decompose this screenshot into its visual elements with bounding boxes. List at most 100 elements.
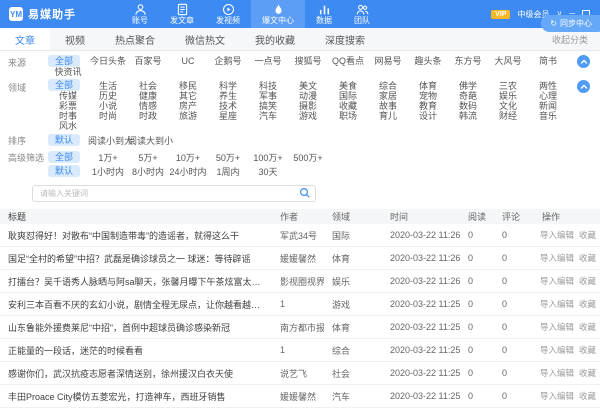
import-edit-link[interactable]: 导入编辑	[540, 275, 574, 287]
import-edit-link[interactable]: 导入编辑	[540, 321, 574, 333]
row-time: 2020-03-22 11:26:05	[382, 253, 460, 263]
filter-chip-active[interactable]: 全部	[48, 151, 80, 163]
row-time: 2020-03-22 11:25:57	[382, 299, 460, 309]
filter-option[interactable]: 24小时内	[168, 165, 208, 178]
favorite-link[interactable]: 收藏	[579, 344, 596, 356]
favorite-link[interactable]: 收藏	[579, 229, 596, 241]
tab-deep-search[interactable]: 深度搜索	[310, 28, 380, 50]
table-row[interactable]: 打擂台？吴千语秀人脉晒与阿sa聊天，张馨月曝下午茶炫富太生活影视圈视界娱乐202…	[0, 270, 600, 293]
nav-item-video[interactable]: 发视频	[205, 0, 251, 28]
collapse-arrow-icon[interactable]	[577, 55, 590, 68]
table-header: 标题作者领域时间阅读评论操作	[0, 209, 600, 224]
filter-option[interactable]: 时政	[128, 109, 168, 122]
filter-option[interactable]: 音乐	[528, 109, 568, 122]
filter-row-source: 来源全部今日头条百家号UC企鹅号一点号搜狐号QQ看点网易号趣头条东方号大风号简书…	[8, 55, 592, 77]
import-edit-link[interactable]: 导入编辑	[540, 344, 574, 356]
tab-favorites[interactable]: 我的收藏	[240, 28, 310, 50]
favorite-link[interactable]: 收藏	[579, 298, 596, 310]
filter-option[interactable]: 今日头条	[88, 54, 128, 67]
row-comments: 0	[494, 322, 534, 332]
filter-chip-active[interactable]: 默认	[48, 134, 80, 146]
filter-option[interactable]: 网易号	[368, 54, 408, 67]
filter-option[interactable]: 简书	[528, 54, 568, 67]
import-edit-link[interactable]: 导入编辑	[540, 252, 574, 264]
nav-item-user[interactable]: 账号	[121, 0, 159, 28]
tab-list: 文章视频热点聚合微信热文我的收藏深度搜索	[0, 28, 380, 50]
table-row[interactable]: 正能量的一段话，迷茫的时候看看1综合2020-03-22 11:25:1900导…	[0, 339, 600, 362]
user-icon	[134, 3, 147, 16]
import-edit-link[interactable]: 导入编辑	[540, 229, 574, 241]
filter-panel: 来源全部今日头条百家号UC企鹅号一点号搜狐号QQ看点网易号趣头条东方号大风号简书…	[0, 51, 600, 178]
import-edit-link[interactable]: 导入编辑	[540, 390, 574, 402]
favorite-link[interactable]: 收藏	[579, 390, 596, 402]
filter-chip-active[interactable]: 默认	[48, 165, 80, 177]
table-row[interactable]: 丰田Proace City模仿五菱宏光，打造神车，西班牙销售媛媛馨然汽车2020…	[0, 385, 600, 408]
app-window: YM 易媒助手 账号发文章发视频爆文中心数据团队 VIP 中级会员 ∨ ─ ↻ …	[0, 0, 600, 400]
nav-item-article[interactable]: 发文章	[159, 0, 205, 28]
table-row[interactable]: 耿爽怼得好！对散布“中国制造带毒”的造谣者，就得这么干军武34号国际2020-0…	[0, 224, 600, 247]
table-row[interactable]: 安利三本百看不厌的玄幻小说，剧情全程无尿点，让你越看越上瘾1游戏2020-03-…	[0, 293, 600, 316]
filter-option[interactable]: 500万+	[288, 151, 328, 164]
tab-videos[interactable]: 视频	[50, 28, 100, 50]
main-nav: 账号发文章发视频爆文中心数据团队	[121, 0, 381, 28]
filter-option[interactable]: 汽车	[248, 109, 288, 122]
filter-option[interactable]: 100万+	[248, 151, 288, 164]
filter-option[interactable]: 阅读小到大	[88, 134, 128, 147]
filter-option[interactable]: 职场	[328, 109, 368, 122]
nav-item-chart[interactable]: 数据	[305, 0, 343, 28]
tab-hot-aggregate[interactable]: 热点聚合	[100, 28, 170, 50]
filter-option[interactable]: 财经	[488, 109, 528, 122]
filter-option[interactable]: 大风号	[488, 54, 528, 67]
favorite-link[interactable]: 收藏	[579, 321, 596, 333]
filter-option[interactable]: UC	[168, 56, 208, 66]
favorite-link[interactable]: 收藏	[579, 367, 596, 379]
filter-option[interactable]: 50万+	[208, 151, 248, 164]
filter-option[interactable]: 百家号	[128, 54, 168, 67]
search-input[interactable]	[32, 185, 316, 202]
filter-option[interactable]: 星座	[208, 109, 248, 122]
filter-option[interactable]: 5万+	[128, 151, 168, 164]
tab-wechat-hot[interactable]: 微信热文	[170, 28, 240, 50]
nav-item-team[interactable]: 团队	[343, 0, 381, 28]
sync-center-button[interactable]: ↻ 同步中心	[541, 15, 600, 32]
col-header-domain: 领域	[324, 210, 382, 223]
filter-option[interactable]: 东方号	[448, 54, 488, 67]
collapse-arrow-icon[interactable]	[577, 80, 590, 93]
filter-option[interactable]: 游戏	[288, 109, 328, 122]
filter-option[interactable]: 快资讯	[48, 65, 88, 78]
filter-option[interactable]: 风水	[48, 119, 88, 132]
filter-option[interactable]: 趣头条	[408, 54, 448, 67]
import-edit-link[interactable]: 导入编辑	[540, 298, 574, 310]
filter-option[interactable]: QQ看点	[328, 54, 368, 67]
tab-articles[interactable]: 文章	[0, 28, 50, 50]
filter-option[interactable]: 30天	[248, 165, 288, 178]
filter-option[interactable]: 旅游	[168, 109, 208, 122]
nav-item-flame[interactable]: 爆文中心	[251, 0, 305, 28]
filter-option[interactable]: 8小时内	[128, 165, 168, 178]
favorite-link[interactable]: 收藏	[579, 275, 596, 287]
favorite-link[interactable]: 收藏	[579, 252, 596, 264]
filter-option[interactable]: 10万+	[168, 151, 208, 164]
filter-option[interactable]: 设计	[408, 109, 448, 122]
row-reads: 0	[460, 276, 494, 286]
row-comments: 0	[494, 299, 534, 309]
filter-option[interactable]: 企鹅号	[208, 54, 248, 67]
table-row[interactable]: 山东鲁能外援费莱尼“中招”，首例中超球员确诊感染新冠南方都市报体育2020-03…	[0, 316, 600, 339]
filter-option[interactable]: 阅读大到小	[128, 134, 168, 147]
search-icon[interactable]	[299, 186, 311, 204]
filter-option[interactable]: 1周内	[208, 165, 248, 178]
import-edit-link[interactable]: 导入编辑	[540, 367, 574, 379]
filter-option[interactable]: 时尚	[88, 109, 128, 122]
table-row[interactable]: 国足“全村的希望”中招？武磊是确诊球员之一 球迷：等待辟谣媛媛馨然体育2020-…	[0, 247, 600, 270]
filter-option[interactable]: 1小时内	[88, 165, 128, 178]
filter-option[interactable]: 育儿	[368, 109, 408, 122]
filter-option[interactable]: 搜狐号	[288, 54, 328, 67]
row-title: 山东鲁能外援费莱尼“中招”，首例中超球员确诊感染新冠	[8, 321, 272, 334]
row-reads: 0	[460, 253, 494, 263]
row-title: 正能量的一段话，迷茫的时候看看	[8, 344, 272, 357]
filter-option[interactable]: 韩流	[448, 109, 488, 122]
filter-option[interactable]: 1万+	[88, 151, 128, 164]
table-row[interactable]: 感谢你们，武汉抗疫志愿者深情送别，徐州援汉白衣天使说艺飞社会2020-03-22…	[0, 362, 600, 385]
filter-option[interactable]: 一点号	[248, 54, 288, 67]
row-reads: 0	[460, 368, 494, 378]
